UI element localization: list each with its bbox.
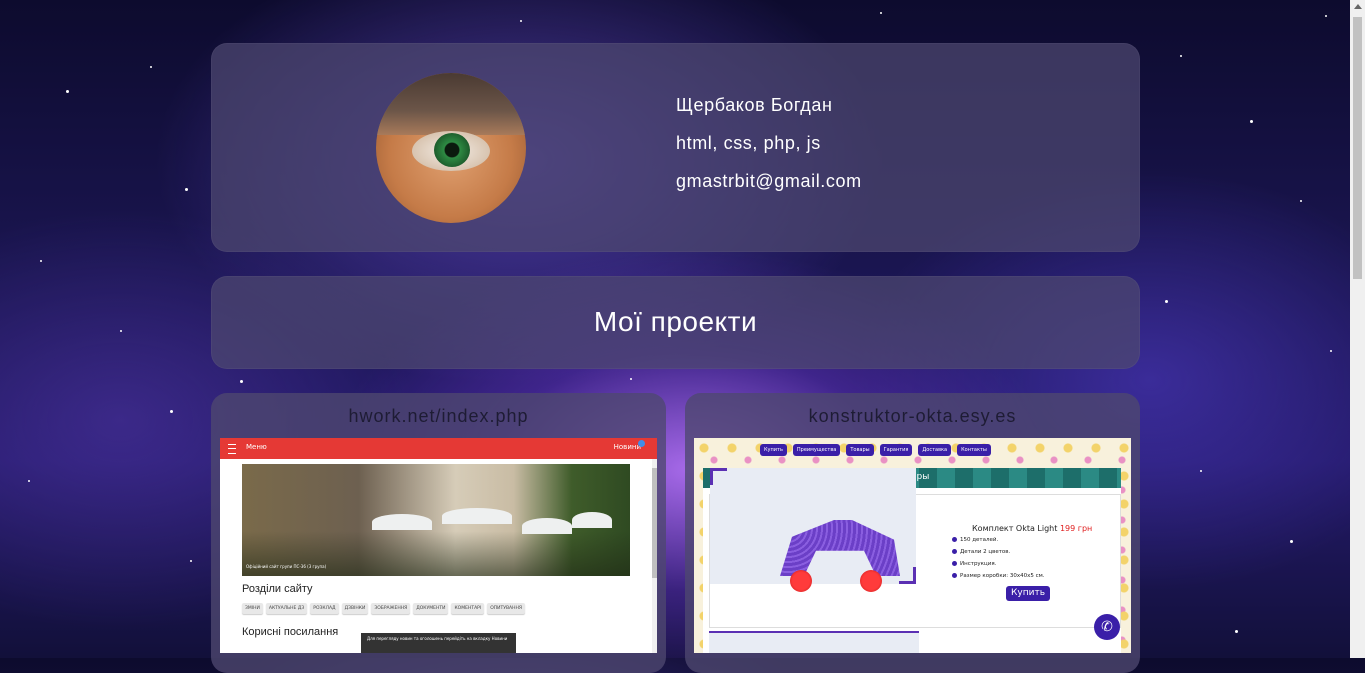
preview-menu-label: Меню <box>246 443 267 451</box>
avatar <box>376 73 526 223</box>
preview-chip: ЗОБРАЖЕННЯ <box>371 603 411 614</box>
menu-icon <box>228 444 236 454</box>
preview-nav-item: Контакты <box>957 444 991 456</box>
preview-photo-caption: Офіційний сайт групи ПС-36 (3 група) <box>246 564 327 569</box>
projects-header: Мої проекти <box>211 276 1140 369</box>
page-title: Мої проекти <box>593 306 758 337</box>
scroll-up-arrow-icon[interactable] <box>1354 4 1362 9</box>
preview-product-title: Комплект Okta Light 199 грн <box>972 524 1093 533</box>
profile-skills: html, css, php, js <box>676 133 821 153</box>
page-scrollbar[interactable] <box>1350 0 1365 658</box>
preview-chip: АКТУАЛЬНЕ ДЗ <box>265 603 308 614</box>
project-title[interactable]: konstruktor-okta.esy.es <box>685 406 1140 427</box>
preview-toast: Для перегляду новин та оголошень перейді… <box>361 633 516 653</box>
preview-buy-button: Купить <box>1006 586 1050 601</box>
preview-chip: ОПИТУВАННЯ <box>487 603 526 614</box>
preview-nav-item: Гарантия <box>879 444 913 456</box>
project-card-hwork[interactable]: hwork.net/index.php Меню Новини Офіційни… <box>211 393 666 673</box>
project-preview-hwork[interactable]: Меню Новини Офіційний сайт групи ПС-36 (… <box>220 438 657 653</box>
preview-feature: Инструкция. <box>952 561 996 567</box>
preview-nav-item: Преимущества <box>792 444 841 456</box>
preview-feature: Размер коробки: 30x40x5 см. <box>952 573 1045 579</box>
preview-news-label: Новини <box>613 443 641 451</box>
preview-section-title: Розділи сайту <box>242 583 313 595</box>
preview-nav: Купить Преимущества Товары Гарантия Дост… <box>760 444 991 456</box>
scroll-thumb[interactable] <box>1353 17 1362 279</box>
preview-nav-item: Купить <box>760 444 787 456</box>
preview-chip: ДОКУМЕНТИ <box>413 603 449 614</box>
phone-icon: ✆ <box>1094 614 1120 640</box>
preview-chip: ЗМІНИ <box>242 603 263 614</box>
profile-email[interactable]: gmastrbit@gmail.com <box>676 171 862 192</box>
preview-nav-item: Доставка <box>918 444 952 456</box>
project-title[interactable]: hwork.net/index.php <box>211 406 666 427</box>
preview-chip: РОЗКЛАД <box>310 603 339 614</box>
eye-icon <box>434 133 470 167</box>
preview-nav-item: Товары <box>846 444 874 456</box>
preview-photo <box>242 464 630 576</box>
preview-section-title: Корисні посилання <box>242 626 339 638</box>
preview-product-image <box>710 468 916 592</box>
profile-name: Щербаков Богдан <box>676 95 833 115</box>
project-preview-okta[interactable]: Купить Преимущества Товары Гарантия Дост… <box>694 438 1131 653</box>
preview-chip: ДЗВІНКИ <box>341 603 369 614</box>
preview-app-bar: Меню Новини <box>220 438 657 459</box>
project-card-okta[interactable]: konstruktor-okta.esy.es Купить Преимущес… <box>685 393 1140 673</box>
preview-feature: 150 деталей. <box>952 537 998 543</box>
preview-feature: Детали 2 цветов. <box>952 549 1010 555</box>
notification-badge <box>638 440 645 447</box>
preview-product-price: 199 грн <box>1059 524 1093 533</box>
profile-card: Щербаков Богдан html, css, php, js gmast… <box>211 43 1140 252</box>
preview-chip: КОМЕНТАРІ <box>451 603 485 614</box>
preview-chip-row: ЗМІНИ АКТУАЛЬНЕ ДЗ РОЗКЛАД ДЗВІНКИ ЗОБРА… <box>242 603 526 614</box>
